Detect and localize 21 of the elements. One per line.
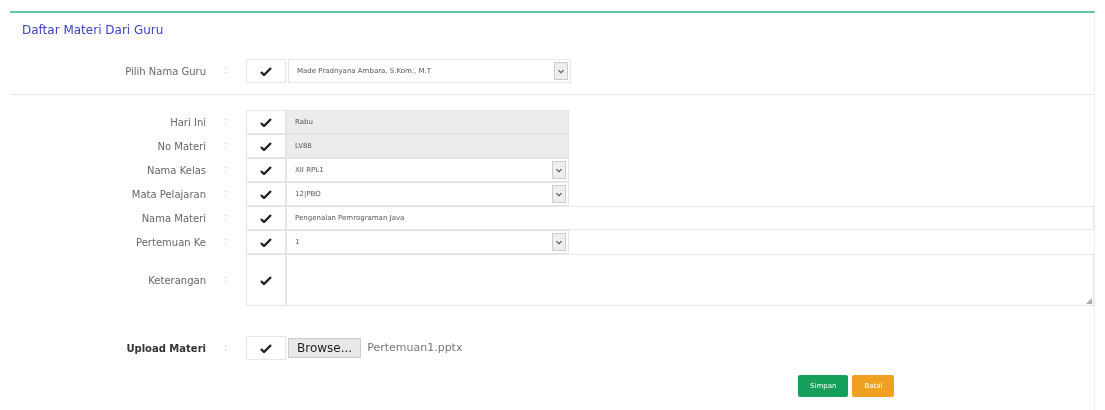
colon: : [224,235,228,249]
field-label: Nama Materi [141,211,206,226]
colon: : [224,163,228,177]
field-label: Keterangan [148,273,206,288]
browse-button[interactable]: Browse... [288,338,362,358]
field-label: Pertemuan Ke [136,235,206,250]
colon: : [224,273,228,287]
colon: : [224,115,228,129]
file-name: Pertemuan1.pptx [367,339,463,356]
field-label: Hari Ini [170,115,206,130]
colon: : [224,211,228,225]
colon: : [224,341,228,355]
field-label: Mata Pelajaran [131,187,206,202]
colon: : [224,139,228,153]
field-label: Pilih Nama Guru [125,64,206,79]
field-label: No Materi [157,139,206,154]
field-label: Upload Materi [126,341,206,356]
field-label: Nama Kelas [147,163,206,178]
colon: : [224,64,228,78]
panel-title: Daftar Materi Dari Guru [22,22,164,39]
colon: : [224,187,228,201]
